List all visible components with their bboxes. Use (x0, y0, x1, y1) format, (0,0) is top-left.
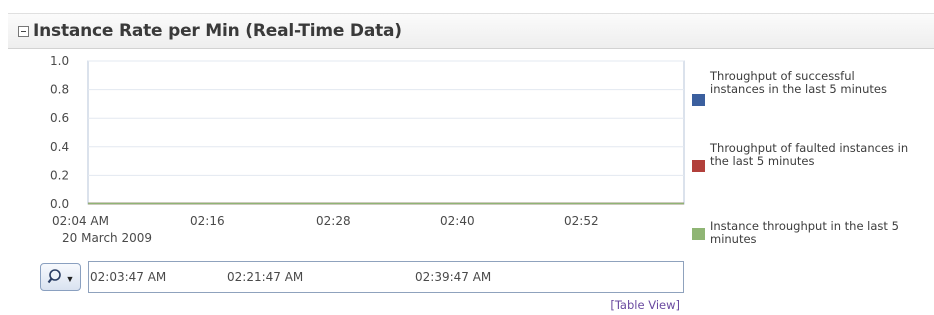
legend-label: Throughput of successful instances in th… (710, 69, 887, 96)
plot-area (87, 60, 685, 205)
x-tick-label: 02:16 (190, 214, 225, 228)
y-tick-label: 1.0 (50, 54, 69, 68)
y-tick-label: 0.0 (50, 197, 69, 211)
time-range-selector[interactable]: 02:03:47 AM 02:21:47 AM 02:39:47 AM (88, 261, 684, 293)
legend-item: Throughput of faulted instances in the l… (692, 142, 910, 172)
legend-swatch (692, 228, 705, 240)
x-tick-label: 02:40 (440, 214, 475, 228)
chevron-down-icon: ▼ (65, 274, 75, 284)
legend-label: Throughput of faulted instances in the l… (710, 141, 909, 168)
x-axis: 02:04 AM 02:16 02:28 02:40 02:52 (52, 214, 599, 228)
y-axis: 0.0 0.2 0.4 0.6 0.8 1.0 (50, 54, 69, 211)
legend-label: Instance throughput in the last 5 minute… (710, 219, 899, 246)
zoom-button[interactable]: ▼ (40, 263, 81, 291)
legend-item: Throughput of successful instances in th… (692, 70, 910, 106)
range-label: 02:03:47 AM (90, 270, 167, 284)
x-tick-label: 02:28 (316, 214, 351, 228)
table-view-link[interactable]: [Table View] (610, 298, 680, 312)
y-tick-label: 0.8 (50, 83, 69, 97)
y-tick-label: 0.6 (50, 111, 69, 125)
range-label: 02:39:47 AM (415, 270, 492, 284)
magnifier-dropdown-icon (47, 269, 61, 284)
legend-swatch (692, 94, 705, 106)
range-label: 02:21:47 AM (227, 270, 304, 284)
y-tick-label: 0.2 (50, 168, 69, 182)
x-tick-label: 02:52 (564, 214, 599, 228)
legend-item: Instance throughput in the last 5 minute… (692, 220, 910, 246)
legend-swatch (692, 160, 705, 172)
x-tick-label: 02:04 AM (52, 214, 109, 228)
x-date-label: 20 March 2009 (62, 231, 152, 245)
y-tick-label: 0.4 (50, 140, 69, 154)
